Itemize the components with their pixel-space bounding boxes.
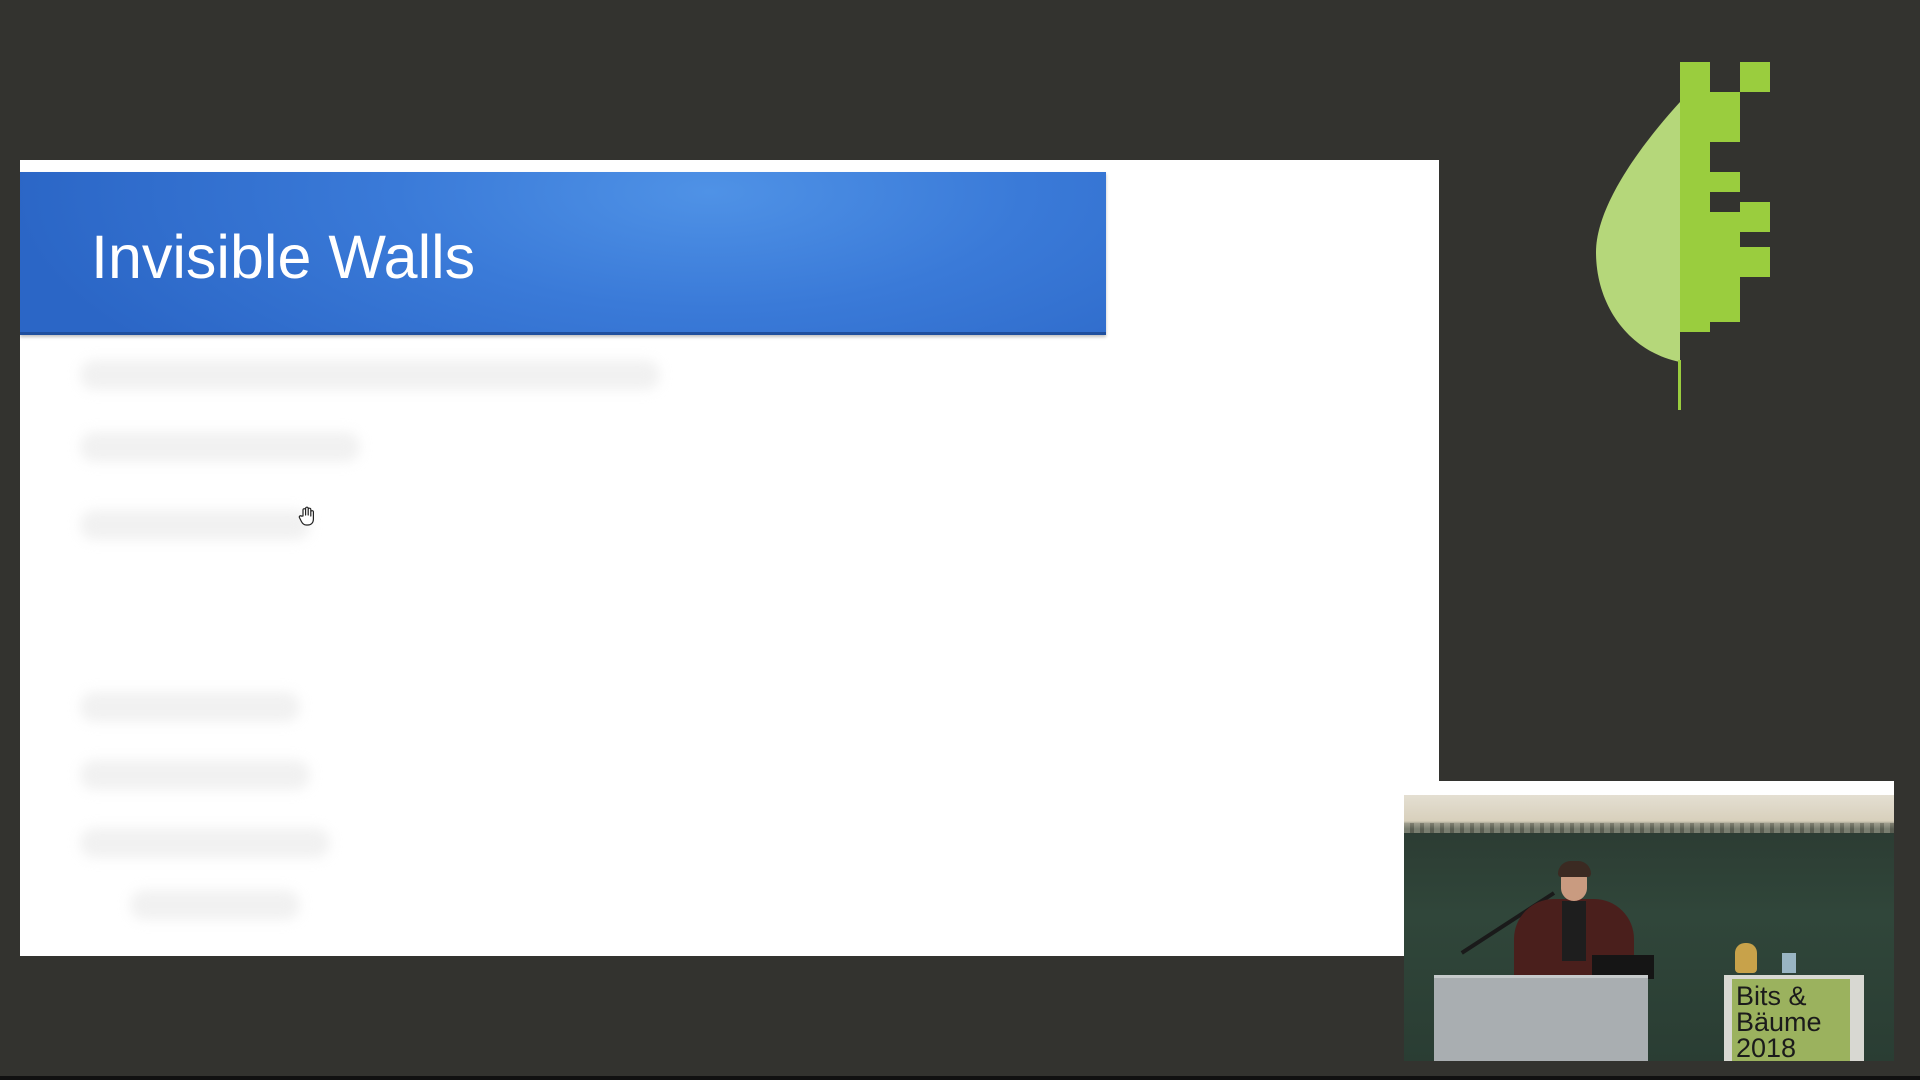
camera-feed: Bits & Bäume 2018 [1404,795,1894,1061]
faded-text-line [130,890,300,920]
hand-cursor-icon [298,506,314,526]
slide-header-banner: Invisible Walls [20,172,1106,335]
faded-text-line [80,692,300,722]
faded-text-line [80,760,310,790]
faded-text-line [80,360,660,390]
speaker-shirt [1562,901,1586,961]
event-banner: Bits & Bäume 2018 [1732,979,1850,1061]
water-glass-icon [1782,953,1796,973]
speaker-camera-inset: Bits & Bäume 2018 [1404,781,1894,1061]
lucky-cat-figure-icon [1735,943,1757,973]
video-frame: Invisible Walls Bits & Bäume 2018 [0,0,1920,1080]
speaker-hair [1558,861,1591,877]
bottom-edge [0,1076,1920,1080]
chalkboard-ledge [1404,823,1894,833]
bits-und-baeume-leaf-logo-icon [1596,62,1770,410]
slide-title: Invisible Walls [91,223,476,291]
event-banner-text: Bits & Bäume 2018 [1736,981,1822,1062]
lectern [1434,975,1648,1061]
faded-text-line [80,828,330,858]
faded-text-line [80,510,310,540]
presentation-slide: Invisible Walls [20,160,1439,956]
faded-text-line [80,432,360,462]
